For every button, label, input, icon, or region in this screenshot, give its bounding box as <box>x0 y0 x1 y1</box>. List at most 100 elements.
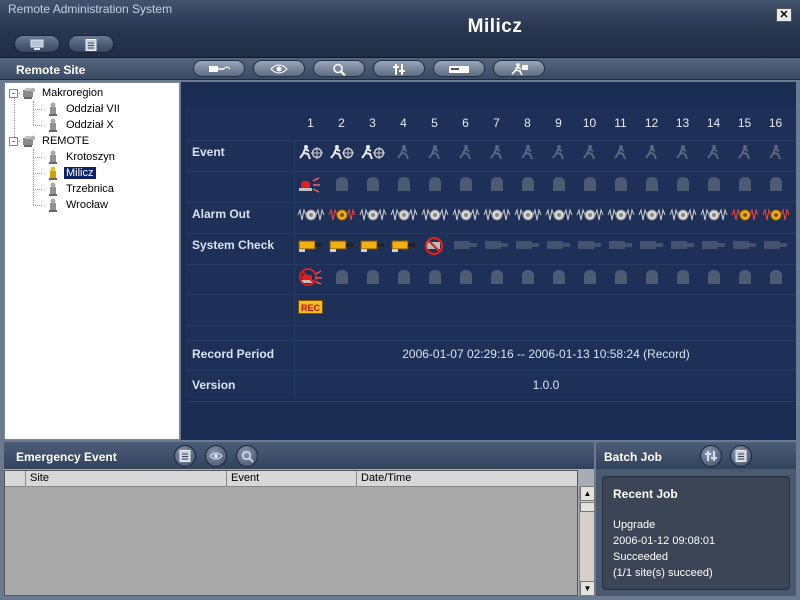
site-camera-icon <box>45 165 61 181</box>
tree-item-wroc-aw[interactable]: Wrocław <box>45 197 110 213</box>
motion-active-icon <box>357 141 388 165</box>
camera-ok-icon <box>295 234 326 258</box>
sensor-inactive-icon <box>698 265 729 289</box>
sensor-inactive-icon <box>667 265 698 289</box>
emergency-list-button[interactable] <box>174 445 196 467</box>
sensor-inactive-icon <box>729 265 760 289</box>
row-label-event: Event <box>192 145 225 159</box>
running-man-button[interactable] <box>493 60 545 77</box>
connect-button[interactable] <box>193 60 245 77</box>
tree-item-trzebnica[interactable]: Trzebnica <box>45 181 116 197</box>
grid-separator <box>186 370 796 371</box>
tree-connector <box>33 109 42 110</box>
channel-number: 10 <box>582 116 597 130</box>
screen-view-button[interactable] <box>14 35 60 53</box>
column-event[interactable]: Event <box>227 471 357 487</box>
monitor-button[interactable] <box>253 60 305 77</box>
channel-number: 12 <box>644 116 659 130</box>
emergency-search-button[interactable] <box>236 445 258 467</box>
tree-item-label: Milicz <box>64 167 96 179</box>
batch-settings-button[interactable] <box>700 445 722 467</box>
channel-number: 9 <box>555 116 562 130</box>
sensor-inactive-icon <box>512 265 543 289</box>
batch-list-button[interactable] <box>730 445 752 467</box>
row-label-record-period: Record Period <box>192 347 275 361</box>
motion-inactive-icon <box>388 141 419 165</box>
camera-off-icon <box>667 234 698 258</box>
column-datetime[interactable]: Date/Time <box>357 471 577 487</box>
column-site[interactable]: Site <box>26 471 227 487</box>
alarm-inactive-icon <box>605 172 636 196</box>
list-view-button[interactable] <box>68 35 114 53</box>
channel-number: 2 <box>338 116 345 130</box>
batch-title: Batch Job <box>604 450 663 464</box>
alarm-out-normal-icon <box>512 203 543 227</box>
alarm-out-triggered-icon <box>729 203 760 227</box>
channel-number: 11 <box>614 116 627 130</box>
scroll-down-button[interactable]: ▼ <box>580 581 595 596</box>
window-title: Remote Administration System <box>8 2 173 16</box>
monitor-icon <box>30 39 44 50</box>
sensor-inactive-icon <box>605 265 636 289</box>
row-label-system-check: System Check <box>192 238 275 252</box>
recent-job-status: Succeeded <box>613 551 669 563</box>
tree-connector <box>33 189 42 190</box>
scroll-thumb[interactable] <box>580 502 595 512</box>
tree-item-milicz[interactable]: Milicz <box>45 165 96 181</box>
search-button[interactable] <box>313 60 365 77</box>
site-camera-icon <box>45 149 61 165</box>
camera-off-icon <box>760 234 791 258</box>
channel-number: 4 <box>400 116 407 130</box>
motion-inactive-icon <box>760 141 791 165</box>
alarm-out-normal-icon <box>636 203 667 227</box>
site-group-icon <box>21 133 37 149</box>
alarm-out-normal-icon <box>698 203 729 227</box>
channel-number: 13 <box>675 116 690 130</box>
alarm-out-normal-icon <box>388 203 419 227</box>
record-device-button[interactable] <box>433 60 485 77</box>
sensor-inactive-icon <box>450 265 481 289</box>
camera-off-icon <box>574 234 605 258</box>
tree-expander[interactable]: - <box>9 136 18 146</box>
alarm-inactive-icon <box>357 172 388 196</box>
settings-button[interactable] <box>373 60 425 77</box>
tree-item-remote[interactable]: - REMOTE <box>9 133 91 149</box>
column-select[interactable] <box>5 471 26 487</box>
recent-job-type: Upgrade <box>613 519 656 531</box>
alarm-out-normal-icon <box>605 203 636 227</box>
motion-inactive-icon <box>543 141 574 165</box>
emergency-header: Emergency Event <box>4 442 594 469</box>
scroll-up-button[interactable]: ▲ <box>580 486 595 501</box>
camera-off-icon <box>450 234 481 258</box>
grid-separator <box>186 325 796 326</box>
sensor-inactive-icon <box>760 265 791 289</box>
emergency-scrollbar[interactable]: ▲ ▼ <box>579 486 595 596</box>
close-button[interactable]: ✕ <box>776 8 792 22</box>
tree-item-oddzia-vii[interactable]: Oddział VII <box>45 101 122 117</box>
connect-icon <box>209 66 231 72</box>
motion-inactive-icon <box>574 141 605 165</box>
site-tree: - Makroregion Oddział VII Oddział X - REMOTE K… <box>4 82 180 440</box>
emergency-monitor-button[interactable] <box>205 445 227 467</box>
site-camera-icon <box>45 117 61 133</box>
camera-ok-icon <box>326 234 357 258</box>
alarm-out-triggered-icon <box>326 203 357 227</box>
settings-icon <box>393 64 405 75</box>
motion-inactive-icon <box>605 141 636 165</box>
motion-inactive-icon <box>698 141 729 165</box>
tree-item-makroregion[interactable]: - Makroregion <box>9 85 105 101</box>
motion-inactive-icon <box>419 141 450 165</box>
alarm-out-normal-icon <box>543 203 574 227</box>
motion-inactive-icon <box>636 141 667 165</box>
eye-icon <box>270 64 288 74</box>
sensor-inactive-icon <box>574 265 605 289</box>
alarm-inactive-icon <box>512 172 543 196</box>
channel-number: 8 <box>524 116 531 130</box>
tree-item-label: Wrocław <box>66 199 108 211</box>
motion-inactive-icon <box>729 141 760 165</box>
tree-expander[interactable]: - <box>9 88 18 98</box>
tree-item-oddzia-x[interactable]: Oddział X <box>45 117 116 133</box>
tree-item-label: Krotoszyn <box>66 151 115 163</box>
batch-header: Batch Job <box>596 442 796 469</box>
tree-item-krotoszyn[interactable]: Krotoszyn <box>45 149 117 165</box>
